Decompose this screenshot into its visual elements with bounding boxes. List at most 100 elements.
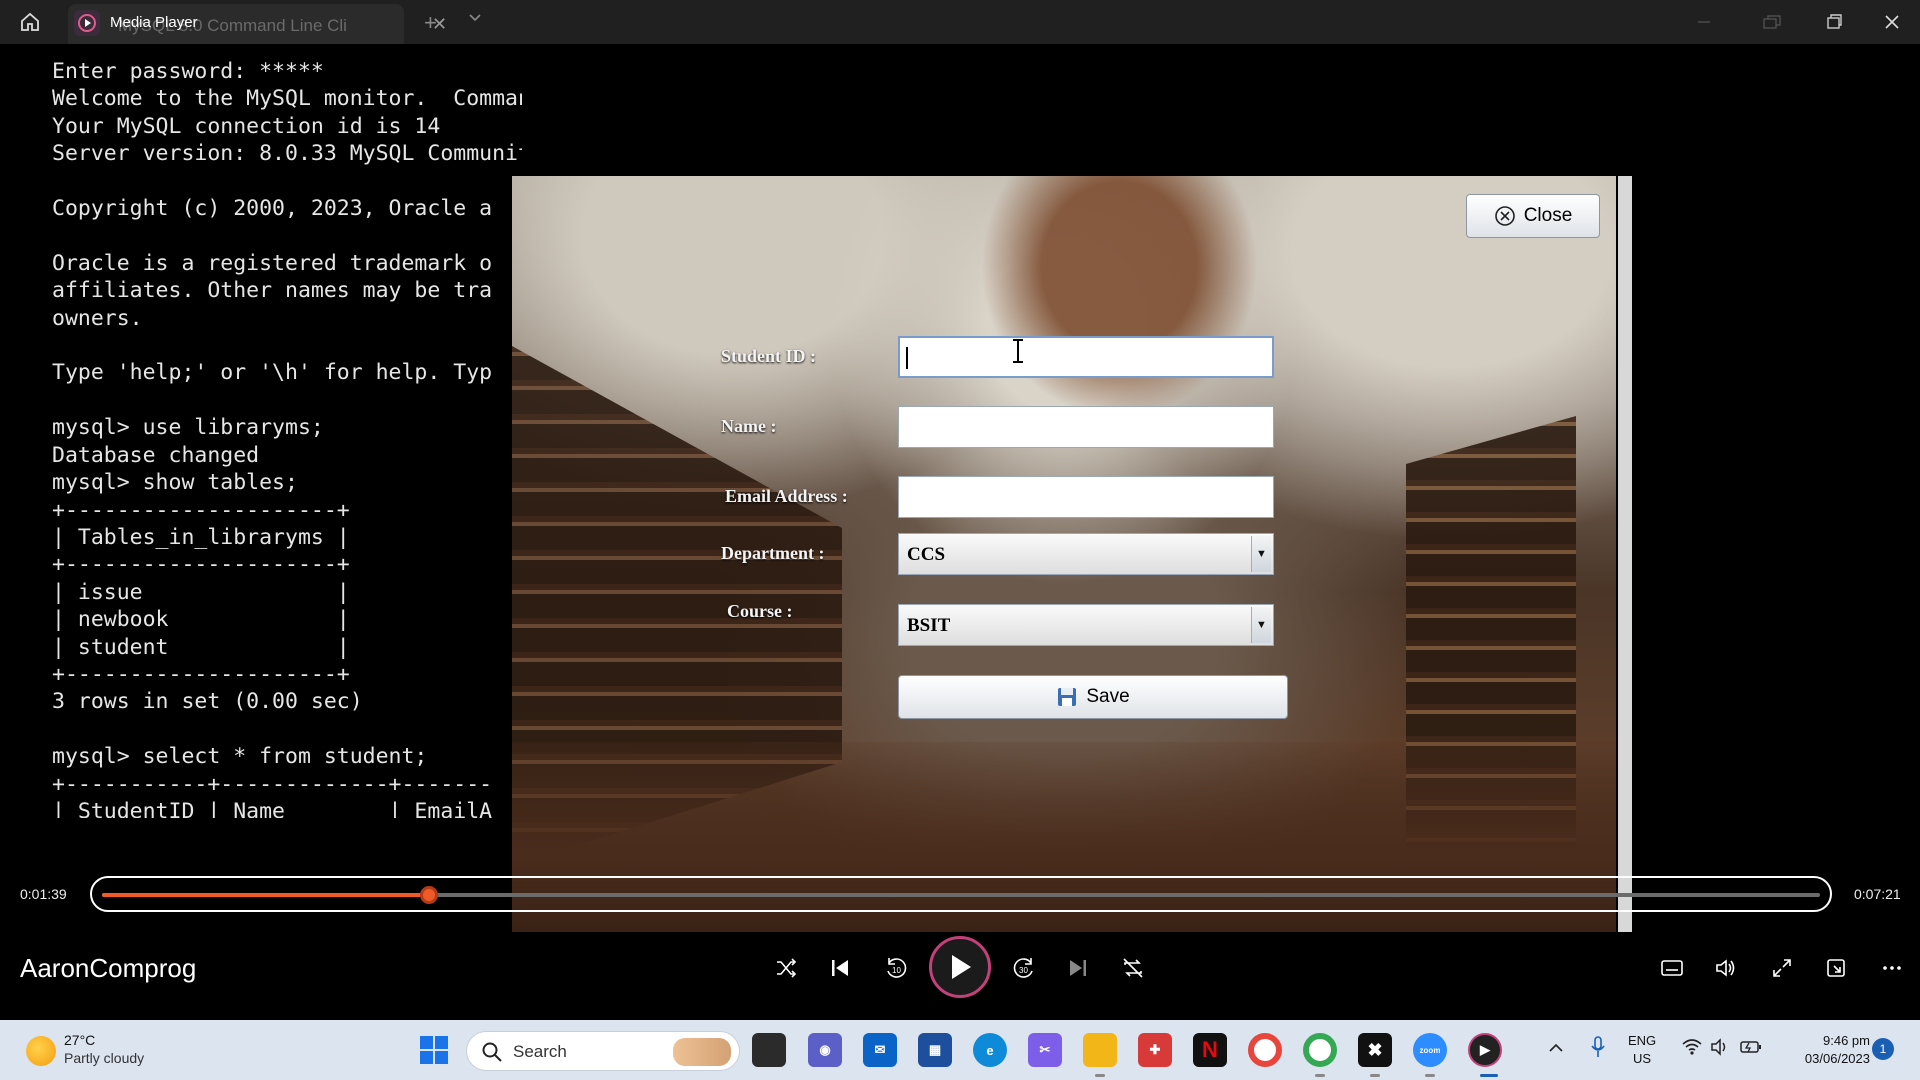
more-options-icon[interactable] bbox=[1872, 948, 1912, 988]
task-view-icon[interactable] bbox=[752, 1033, 786, 1067]
restore-icon[interactable] bbox=[1752, 6, 1792, 38]
play-icon bbox=[952, 955, 971, 979]
department-label: Department : bbox=[721, 543, 825, 563]
name-input[interactable] bbox=[898, 406, 1274, 448]
running-indicator bbox=[1095, 1074, 1105, 1077]
file-explorer-icon[interactable] bbox=[1083, 1033, 1117, 1067]
console-line: | student | bbox=[52, 634, 350, 660]
zoom-icon[interactable]: zoom bbox=[1413, 1033, 1447, 1067]
weather-temperature: 27°C bbox=[64, 1032, 96, 1048]
student-form-window: Close Student ID : Name : Email Address … bbox=[512, 176, 1616, 932]
close-button[interactable]: Close bbox=[1466, 194, 1600, 238]
console-line: Server version: 8.0.33 MySQL Community S… bbox=[52, 141, 522, 167]
title-bar: MySQL 8.0 Command Line Cli Media Player … bbox=[0, 0, 1920, 44]
chrome-profile-icon[interactable] bbox=[1303, 1033, 1337, 1067]
fullscreen-icon[interactable] bbox=[1762, 948, 1802, 988]
new-tab-icon[interactable]: + bbox=[424, 10, 437, 36]
total-duration: 0:07:21 bbox=[1854, 886, 1901, 902]
taskbar-search[interactable]: Search bbox=[466, 1031, 740, 1071]
maximize-icon[interactable] bbox=[1814, 6, 1854, 38]
running-indicator bbox=[1370, 1074, 1380, 1077]
mini-player-icon[interactable] bbox=[1816, 948, 1856, 988]
chrome-icon[interactable] bbox=[1248, 1033, 1282, 1067]
console-line: | issue | bbox=[52, 579, 350, 605]
save-button-label: Save bbox=[1086, 686, 1130, 707]
console-line: +---------------------+ bbox=[52, 661, 350, 687]
mail-icon[interactable]: ✉ bbox=[863, 1033, 897, 1067]
weather-widget[interactable]: 27°C Partly cloudy bbox=[20, 1030, 200, 1072]
console-line: mysql> select * from student; bbox=[52, 744, 428, 770]
email-label: Email Address : bbox=[725, 486, 848, 506]
console-line: +-----------+-------------+------- bbox=[52, 771, 493, 797]
teams-chat-icon[interactable]: ◉ bbox=[808, 1033, 842, 1067]
play-button[interactable] bbox=[929, 936, 991, 998]
netflix-icon[interactable]: N bbox=[1193, 1033, 1227, 1067]
snipping-tool-icon[interactable]: ✂ bbox=[1028, 1033, 1062, 1067]
student-id-input[interactable] bbox=[898, 336, 1274, 378]
wifi-icon[interactable] bbox=[1682, 1038, 1702, 1061]
seek-handle[interactable] bbox=[420, 886, 439, 904]
i-beam-cursor-icon bbox=[1013, 339, 1023, 363]
battery-icon[interactable] bbox=[1740, 1040, 1762, 1059]
skip-forward-30-icon[interactable]: 30 bbox=[1004, 948, 1044, 988]
skip-back-10-icon[interactable]: 10 bbox=[876, 948, 916, 988]
console-line: Copyright (c) 2000, 2023, Oracle a bbox=[52, 196, 493, 222]
microphone-icon[interactable] bbox=[1590, 1036, 1606, 1063]
search-highlight-graphic bbox=[673, 1038, 731, 1066]
minimize-icon[interactable] bbox=[1684, 6, 1724, 38]
speaker-icon[interactable] bbox=[1710, 1038, 1730, 1061]
previous-track-icon[interactable] bbox=[820, 948, 860, 988]
dropdown-arrow-icon[interactable]: ▼ bbox=[1251, 536, 1271, 572]
media-player-app-icon bbox=[74, 10, 100, 36]
home-icon[interactable] bbox=[14, 8, 46, 36]
captions-icon[interactable] bbox=[1652, 948, 1692, 988]
repeat-icon[interactable] bbox=[1113, 948, 1153, 988]
name-label: Name : bbox=[721, 416, 777, 436]
dropdown-arrow-icon[interactable]: ▼ bbox=[1251, 607, 1271, 643]
language-indicator[interactable]: ENG US bbox=[1628, 1032, 1656, 1068]
email-input[interactable] bbox=[898, 476, 1274, 518]
notification-badge[interactable]: 1 bbox=[1872, 1038, 1894, 1060]
course-selected-value: BSIT bbox=[907, 615, 951, 636]
form-scrollbar[interactable] bbox=[1618, 176, 1632, 932]
console-line: Database changed bbox=[52, 442, 260, 468]
taskbar: 27°C Partly cloudy Search ◉ ✉ ▦ e ✂ ✚ N … bbox=[0, 1020, 1920, 1080]
close-window-icon[interactable] bbox=[1872, 6, 1912, 38]
seek-bar[interactable] bbox=[90, 876, 1832, 912]
volume-icon[interactable] bbox=[1706, 948, 1746, 988]
seek-track bbox=[102, 886, 1820, 904]
console-line: owners. bbox=[52, 305, 143, 331]
course-select[interactable]: BSIT ▼ bbox=[898, 604, 1274, 646]
edge-browser-icon[interactable]: e bbox=[973, 1033, 1007, 1067]
close-button-label: Close bbox=[1523, 205, 1573, 226]
console-line: Your MySQL connection id is 14 bbox=[52, 113, 441, 139]
clock-time: 9:46 pm bbox=[1823, 1033, 1870, 1048]
running-indicator bbox=[1315, 1074, 1325, 1077]
shuffle-icon[interactable] bbox=[766, 948, 806, 988]
console-line: | StudentID | Name | EmailA bbox=[52, 798, 493, 818]
console-line: mysql> show tables; bbox=[52, 470, 298, 496]
microsoft-store-icon[interactable]: ▦ bbox=[918, 1033, 952, 1067]
gift-app-icon[interactable]: ✚ bbox=[1138, 1033, 1172, 1067]
windows-start-icon[interactable] bbox=[417, 1033, 451, 1067]
media-player-taskbar-icon[interactable]: ▶ bbox=[1468, 1033, 1502, 1067]
capcut-icon[interactable]: ✖ bbox=[1358, 1033, 1392, 1067]
department-selected-value: CCS bbox=[907, 544, 946, 565]
seek-progress-fill bbox=[102, 893, 430, 897]
window-tab[interactable]: MySQL 8.0 Command Line Cli Media Player … bbox=[68, 4, 447, 44]
next-track-icon[interactable] bbox=[1058, 948, 1098, 988]
department-select[interactable]: CCS ▼ bbox=[898, 533, 1274, 575]
chevron-up-icon[interactable] bbox=[1548, 1040, 1564, 1061]
system-clock[interactable]: 9:46 pm 03/06/2023 bbox=[1780, 1032, 1870, 1068]
floppy-disk-icon bbox=[1058, 688, 1077, 706]
close-circle-icon bbox=[1494, 206, 1515, 226]
chevron-down-icon[interactable] bbox=[468, 10, 482, 29]
save-button[interactable]: Save bbox=[898, 675, 1288, 719]
console-line: +---------------------+ bbox=[52, 497, 350, 523]
console-line: | Tables_in_libraryms | bbox=[52, 524, 350, 550]
console-line: mysql> use libraryms; bbox=[52, 415, 324, 441]
